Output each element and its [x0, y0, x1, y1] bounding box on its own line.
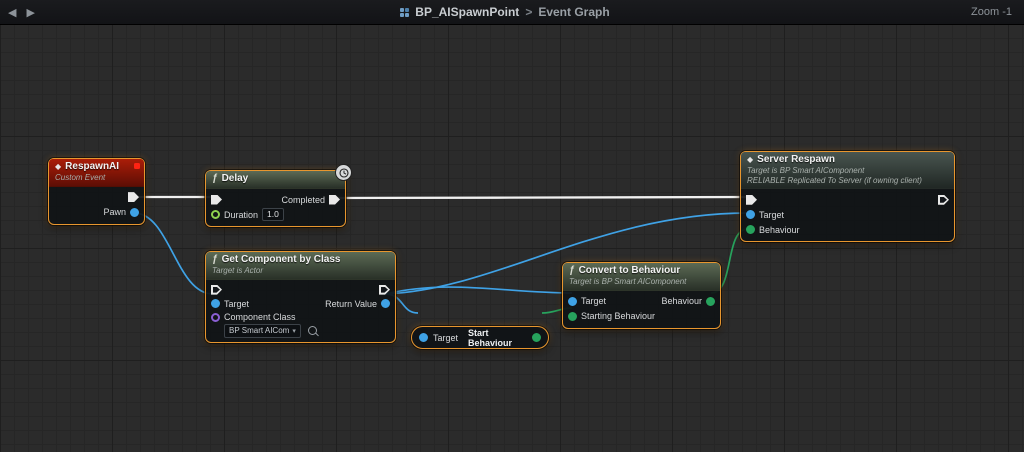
node-title: Server Respawn — [757, 154, 835, 166]
component-class-pin[interactable] — [211, 313, 220, 322]
breadcrumb-graph-name[interactable]: Event Graph — [538, 5, 609, 19]
function-icon: ƒ — [212, 254, 218, 266]
behaviour-input-pin[interactable] — [746, 225, 755, 234]
node-respawn-ai[interactable]: ◆ RespawnAI Custom Event Pawn — [48, 158, 145, 225]
node-subtitle: Target is BP Smart AIComponent — [569, 277, 714, 287]
target-input-pin[interactable] — [568, 297, 577, 306]
node-get-component-by-class[interactable]: ƒ Get Component by Class Target is Actor… — [205, 251, 396, 343]
node-title: Start Behaviour — [468, 328, 522, 348]
event-override-icon — [134, 163, 140, 169]
breadcrumb-separator: > — [525, 5, 532, 19]
nav-history: ◀ ▶ — [0, 6, 68, 19]
node-title: Delay — [222, 173, 249, 185]
zoom-indicator: Zoom -1 — [942, 6, 1024, 18]
exec-in-pin[interactable] — [211, 285, 222, 295]
component-class-value: BP Smart AICom — [229, 326, 289, 335]
node-start-behaviour[interactable]: Target Start Behaviour — [411, 326, 549, 349]
pin-label-target: Target — [224, 299, 249, 309]
exec-out-pin[interactable] — [379, 285, 390, 295]
back-icon[interactable]: ◀ — [8, 6, 16, 19]
pin-label-behaviour: Behaviour — [759, 225, 800, 235]
node-delay[interactable]: ƒ Delay Completed Duration 1.0 — [205, 170, 346, 227]
node-subtitle: Custom Event — [55, 173, 138, 183]
wire-pawn-to-getcomponent-target[interactable] — [134, 213, 213, 294]
function-icon: ƒ — [569, 265, 575, 277]
event-graph-canvas[interactable]: ◆ RespawnAI Custom Event Pawn ƒ — [0, 24, 1024, 452]
component-class-dropdown[interactable]: BP Smart AICom ▾ — [224, 324, 301, 338]
event-icon: ◆ — [55, 162, 61, 172]
node-replication-note: RELIABLE Replicated To Server (if owning… — [747, 176, 948, 186]
exec-in-pin[interactable] — [746, 195, 757, 205]
return-value-output-pin[interactable] — [381, 299, 390, 308]
pawn-output-pin[interactable] — [130, 208, 139, 217]
behaviour-output-pin[interactable] — [532, 333, 541, 342]
blueprint-icon — [400, 8, 409, 17]
function-icon: ƒ — [212, 173, 218, 185]
exec-out-pin[interactable] — [938, 195, 949, 205]
exec-out-pin[interactable] — [128, 192, 139, 202]
starting-behaviour-input-pin[interactable] — [568, 312, 577, 321]
node-title: Get Component by Class — [222, 254, 341, 266]
pin-label-pawn: Pawn — [103, 207, 126, 217]
pin-label-behaviour: Behaviour — [661, 296, 702, 306]
breadcrumb-asset-name[interactable]: BP_AISpawnPoint — [415, 5, 519, 19]
search-icon[interactable] — [308, 326, 317, 335]
node-convert-to-behaviour[interactable]: ƒ Convert to Behaviour Target is BP Smar… — [562, 262, 721, 329]
dropdown-arrow-icon: ▾ — [292, 327, 296, 335]
top-bar: ◀ ▶ BP_AISpawnPoint > Event Graph Zoom -… — [0, 0, 1024, 25]
pin-label-target: Target — [433, 333, 458, 343]
forward-icon[interactable]: ▶ — [26, 6, 34, 19]
pin-label-component-class: Component Class — [224, 312, 296, 322]
pin-label-target: Target — [759, 210, 784, 220]
wire-exec-delay-to-serverrespawn[interactable] — [334, 197, 748, 198]
target-input-pin[interactable] — [211, 299, 220, 308]
target-input-pin[interactable] — [746, 210, 755, 219]
node-title: RespawnAI — [65, 161, 119, 173]
pin-label-completed: Completed — [281, 195, 325, 205]
breadcrumb: BP_AISpawnPoint > Event Graph — [68, 5, 942, 19]
duration-input[interactable]: 1.0 — [262, 208, 284, 221]
node-subtitle: Target is BP Smart AIComponent — [747, 166, 948, 176]
completed-exec-out-pin[interactable] — [329, 195, 340, 205]
wire-returnvalue-to-convert-target[interactable] — [385, 287, 572, 294]
pin-label-return-value: Return Value — [325, 299, 377, 309]
latent-clock-icon — [335, 164, 352, 181]
pin-label-duration: Duration — [224, 210, 258, 220]
duration-pin[interactable] — [211, 210, 220, 219]
pin-label-starting-behaviour: Starting Behaviour — [581, 311, 655, 321]
exec-in-pin[interactable] — [211, 195, 222, 205]
node-subtitle: Target is Actor — [212, 266, 389, 276]
event-icon: ◆ — [747, 155, 753, 165]
node-server-respawn[interactable]: ◆ Server Respawn Target is BP Smart AICo… — [740, 151, 955, 242]
node-title: Convert to Behaviour — [579, 265, 681, 277]
pin-label-target: Target — [581, 296, 606, 306]
behaviour-output-pin[interactable] — [706, 297, 715, 306]
target-input-pin[interactable] — [419, 333, 428, 342]
